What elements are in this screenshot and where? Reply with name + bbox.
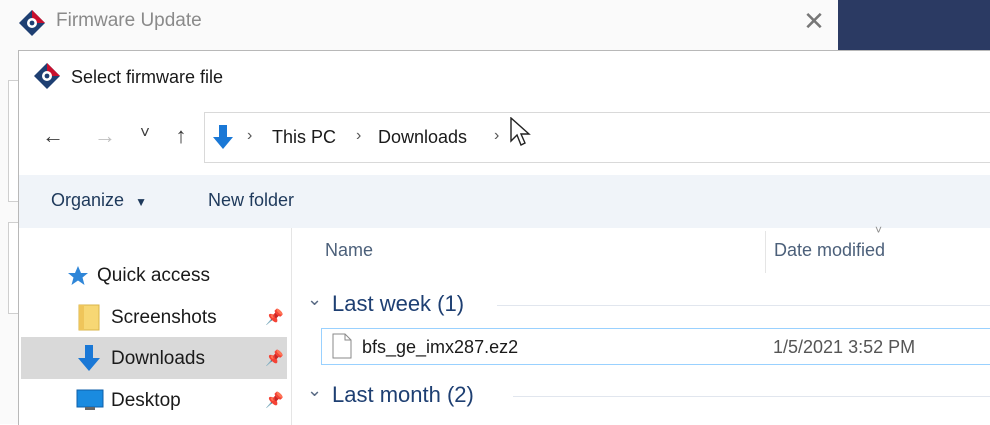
group-header-last-week[interactable]: Last week (1) <box>332 291 464 317</box>
dropdown-caret-icon: ▼ <box>135 195 147 209</box>
file-icon <box>332 333 352 359</box>
download-arrow-icon <box>76 343 102 373</box>
pin-icon: 📌 <box>265 350 284 367</box>
dialog-title: Select firmware file <box>71 67 224 87</box>
background-window-title: Firmware Update <box>56 10 202 31</box>
breadcrumb-downloads[interactable]: Downloads <box>378 127 467 148</box>
breadcrumb-separator-icon[interactable]: › <box>356 127 361 145</box>
column-header-name[interactable]: Name <box>325 240 373 261</box>
column-header-date-modified[interactable]: Date modified <box>774 240 885 261</box>
nav-item-downloads[interactable]: Downloads 📌 <box>21 337 287 379</box>
star-icon <box>67 265 89 287</box>
sort-indicator-icon: ˅ <box>875 223 883 237</box>
close-icon[interactable]: ✕ <box>800 6 828 37</box>
address-bar[interactable]: › This PC › Downloads › <box>204 112 990 163</box>
organize-label: Organize <box>51 190 125 210</box>
pin-icon: 📌 <box>265 392 284 409</box>
new-folder-button[interactable]: New folder <box>208 190 294 211</box>
desktop-icon <box>76 389 104 411</box>
breadcrumb-separator-icon[interactable]: › <box>494 127 499 145</box>
pin-icon: 📌 <box>265 309 284 326</box>
nav-item-quick-access[interactable]: Quick access <box>97 265 210 287</box>
file-name: bfs_ge_imx287.ez2 <box>362 337 519 357</box>
group-divider <box>513 396 990 397</box>
group-collapse-chevron-icon[interactable]: ⌄ <box>307 380 322 401</box>
folder-icon <box>78 303 100 331</box>
mouse-cursor-icon <box>510 116 532 149</box>
group-header-last-month[interactable]: Last month (2) <box>332 382 474 408</box>
nav-item-desktop[interactable]: Desktop 📌 <box>21 379 287 421</box>
breadcrumb-separator-icon: › <box>247 127 253 144</box>
command-toolbar: Organize ▼ New folder <box>19 175 990 228</box>
background-desktop-area <box>838 0 990 50</box>
download-arrow-icon <box>211 123 235 151</box>
nav-item-screenshots[interactable]: Screenshots 📌 <box>21 296 287 338</box>
organize-button[interactable]: Organize ▼ <box>51 190 147 211</box>
nav-item-label: Screenshots <box>111 307 217 328</box>
file-dialog: Select firmware file ← → ˅ ↑ › This PC ›… <box>18 50 990 425</box>
back-arrow-icon[interactable]: ← <box>39 123 67 149</box>
file-date-modified: 1/5/2021 3:52 PM <box>773 337 916 357</box>
file-row[interactable]: bfs_ge_imx287.ez2 1/5/2021 3:52 PM <box>321 328 990 365</box>
column-divider[interactable] <box>765 231 766 273</box>
app-logo-icon <box>18 9 46 37</box>
breadcrumb-this-pc[interactable]: This PC <box>272 127 336 148</box>
up-arrow-icon[interactable]: ↑ <box>167 123 195 149</box>
recent-locations-chevron-icon[interactable]: ˅ <box>131 123 159 143</box>
group-divider <box>497 305 990 306</box>
nav-item-label: Downloads <box>111 348 205 369</box>
dialog-logo-icon <box>33 62 61 90</box>
nav-item-label: Desktop <box>111 390 181 411</box>
forward-arrow-icon[interactable]: → <box>91 123 119 149</box>
group-collapse-chevron-icon[interactable]: ⌄ <box>307 289 322 310</box>
